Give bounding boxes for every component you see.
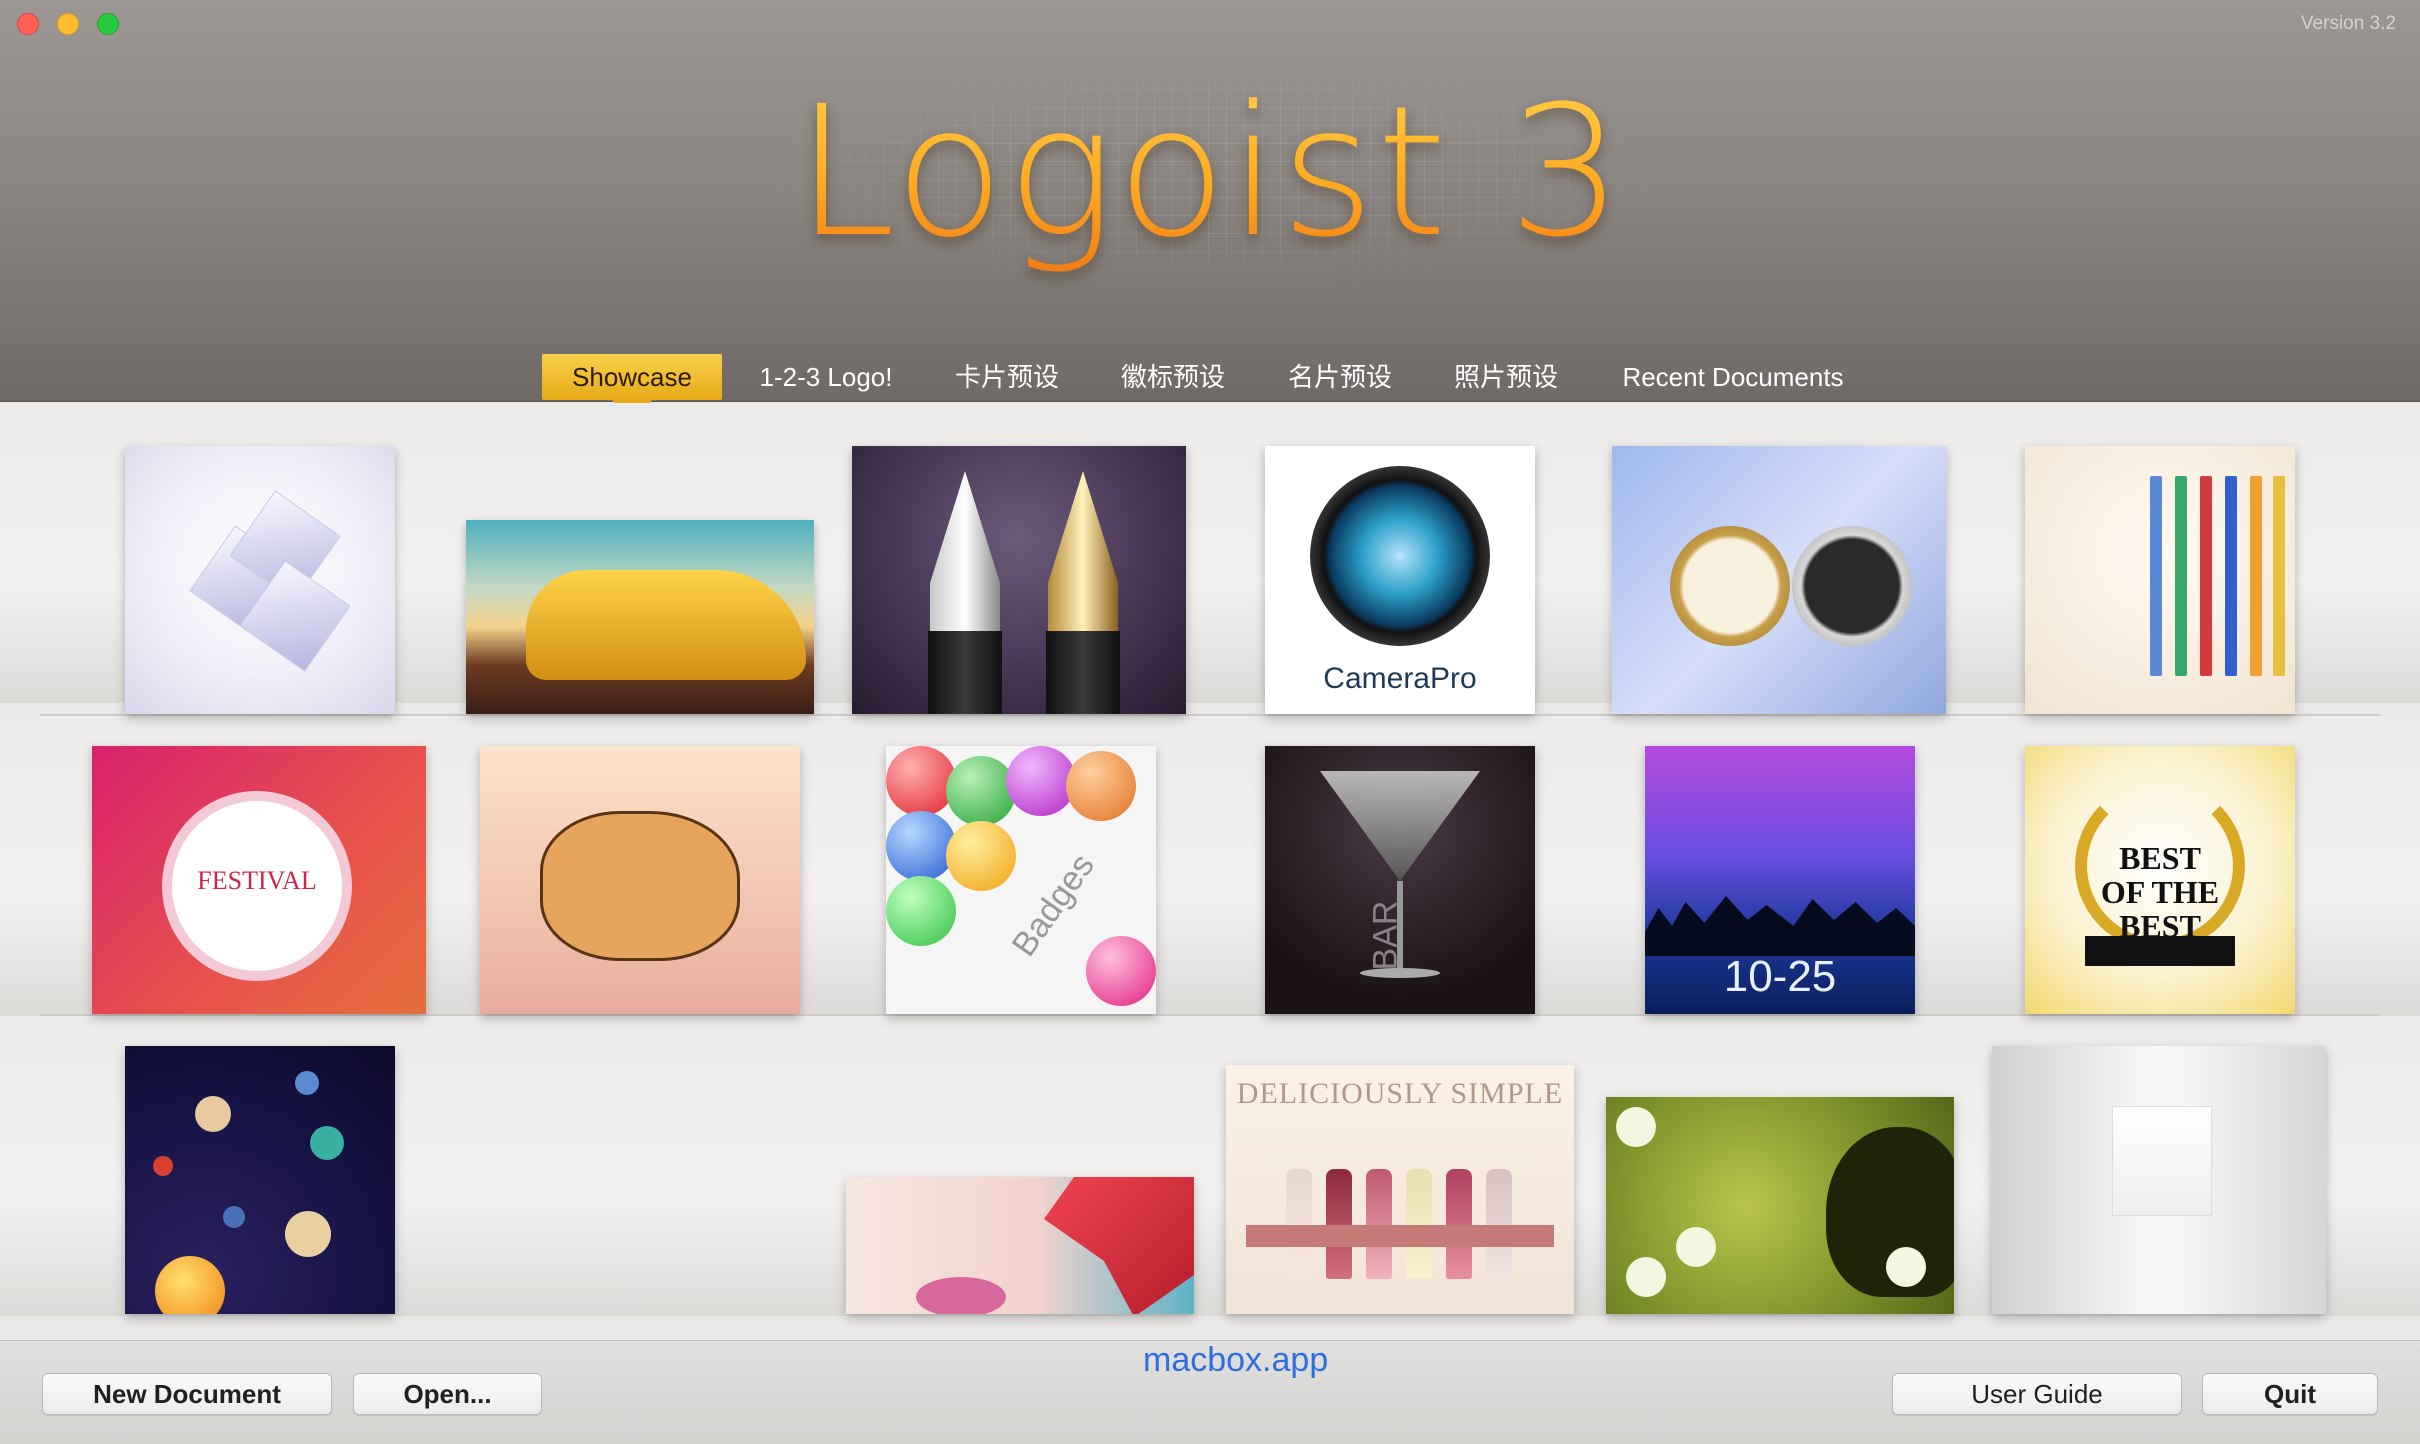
- pencil: [2200, 476, 2212, 676]
- pen-barrel: [1046, 631, 1120, 714]
- planet: [153, 1156, 173, 1176]
- minimize-window-button[interactable]: [57, 13, 79, 35]
- camera-lens: [1310, 466, 1490, 646]
- showcase-area: CameraPro FESTIVAL Badges BAR 10-25 BEST…: [0, 403, 2420, 1340]
- tab-recent-documents[interactable]: Recent Documents: [1610, 354, 1856, 400]
- wine-bottle: [1326, 1169, 1352, 1279]
- quit-button[interactable]: Quit: [2202, 1373, 2378, 1415]
- silver-nib: [930, 471, 1000, 631]
- showcase-woman-portrait[interactable]: [846, 1177, 1194, 1314]
- crowd-silhouette: [1645, 896, 1915, 956]
- tab-business-card-presets[interactable]: 名片预设: [1277, 354, 1403, 400]
- black-ribbon: [2085, 936, 2235, 966]
- silver-watch: [1792, 526, 1912, 646]
- planet: [223, 1206, 245, 1228]
- pencil: [2225, 476, 2237, 676]
- showcase-wine-tasting[interactable]: DELICIOUSLY SIMPLE: [1226, 1065, 1574, 1314]
- showcase-fountain-pens[interactable]: [852, 446, 1186, 714]
- app-title: Logoist 3: [740, 68, 1680, 277]
- planet: [295, 1071, 319, 1095]
- app-logo: Logoist 3: [740, 58, 1680, 288]
- showcase-best-of-the-best[interactable]: BEST OF THE BEST: [2025, 746, 2295, 1014]
- showcase-cube[interactable]: [125, 446, 395, 714]
- tab-1-2-3-logo[interactable]: 1-2-3 Logo!: [744, 354, 908, 400]
- user-guide-button[interactable]: User Guide: [1892, 1373, 2182, 1415]
- footer-bar: macbox.app New Document Open... User Gui…: [0, 1340, 2420, 1444]
- pencil: [2175, 476, 2187, 676]
- gold-nib: [1048, 471, 1118, 631]
- sun: [155, 1256, 225, 1314]
- badge-ball: [886, 811, 956, 881]
- wine-bottle: [1486, 1169, 1512, 1279]
- badge-ball: [886, 746, 956, 816]
- pencil: [2250, 476, 2262, 676]
- showcase-pencils[interactable]: [2025, 446, 2295, 714]
- tab-card-presets[interactable]: 卡片预设: [944, 354, 1070, 400]
- pencil: [2150, 476, 2162, 676]
- car-shape: [526, 570, 806, 680]
- showcase-cartoon-cow[interactable]: [480, 746, 800, 1014]
- badges-text: Badges: [1004, 847, 1102, 964]
- red-hair: [1044, 1177, 1194, 1314]
- showcase-car[interactable]: [466, 520, 814, 714]
- deliciously-simple-text: DELICIOUSLY SIMPLE: [1236, 1077, 1564, 1110]
- showcase-floral-silhouette[interactable]: [1606, 1097, 1954, 1314]
- showcase-autumn-festival[interactable]: FESTIVAL: [92, 746, 426, 1014]
- hallway-opening: [2112, 1106, 2212, 1216]
- flower: [1626, 1257, 1666, 1297]
- wine-bottle: [1366, 1169, 1392, 1279]
- flower: [1616, 1107, 1656, 1147]
- wine-bottle: [1286, 1169, 1312, 1279]
- badge-ball: [886, 876, 956, 946]
- showcase-watches[interactable]: [1612, 446, 1946, 714]
- flower: [1886, 1247, 1926, 1287]
- close-window-button[interactable]: [17, 13, 39, 35]
- wine-bottle: [1446, 1169, 1472, 1279]
- festival-text: FESTIVAL: [197, 866, 317, 895]
- version-label: Version 3.2: [2300, 13, 2396, 34]
- bar-text: BAR: [1366, 900, 1405, 971]
- martini-glass: [1320, 771, 1480, 881]
- tab-bar: Showcase 1-2-3 Logo! 卡片预设 徽标预设 名片预设 照片预设…: [0, 354, 2420, 420]
- badge-ball: [946, 756, 1016, 826]
- badge-ball: [946, 821, 1016, 891]
- best-of-the-best-text: BEST OF THE BEST: [2100, 840, 2220, 944]
- pencil: [2273, 476, 2285, 676]
- showcase-solar-system[interactable]: [125, 1046, 395, 1314]
- badge-ball: [1066, 751, 1136, 821]
- concert-date-text: 10-25: [1723, 952, 1837, 1001]
- planet: [310, 1126, 344, 1160]
- tab-photo-presets[interactable]: 照片预设: [1443, 354, 1569, 400]
- pen-barrel: [928, 631, 1002, 714]
- header: Version 3.2 Logoist 3 Showcase 1-2-3 Log…: [0, 0, 2420, 420]
- open-button[interactable]: Open...: [353, 1373, 542, 1415]
- tab-logo-presets[interactable]: 徽标预设: [1110, 354, 1236, 400]
- watermark-text: macbox.app: [1143, 1341, 1329, 1379]
- tab-showcase[interactable]: Showcase: [542, 354, 722, 420]
- showcase-concert[interactable]: 10-25: [1645, 746, 1915, 1014]
- cow-illustration: [540, 811, 740, 961]
- flower: [1676, 1227, 1716, 1267]
- gold-watch: [1670, 526, 1790, 646]
- zoom-window-button[interactable]: [97, 13, 119, 35]
- wine-banner: [1246, 1225, 1554, 1247]
- showcase-badges[interactable]: Badges: [886, 746, 1156, 1014]
- camera-pro-text: CameraPro: [1323, 662, 1477, 695]
- new-document-button[interactable]: New Document: [42, 1373, 332, 1415]
- lips: [916, 1277, 1006, 1314]
- planet: [285, 1211, 331, 1257]
- wine-bottle: [1406, 1169, 1432, 1279]
- planet: [195, 1096, 231, 1132]
- badge-ball: [1086, 936, 1156, 1006]
- showcase-white-hallway[interactable]: [1992, 1046, 2326, 1314]
- showcase-camera-pro[interactable]: CameraPro: [1265, 446, 1535, 714]
- showcase-martini-bar[interactable]: BAR: [1265, 746, 1535, 1014]
